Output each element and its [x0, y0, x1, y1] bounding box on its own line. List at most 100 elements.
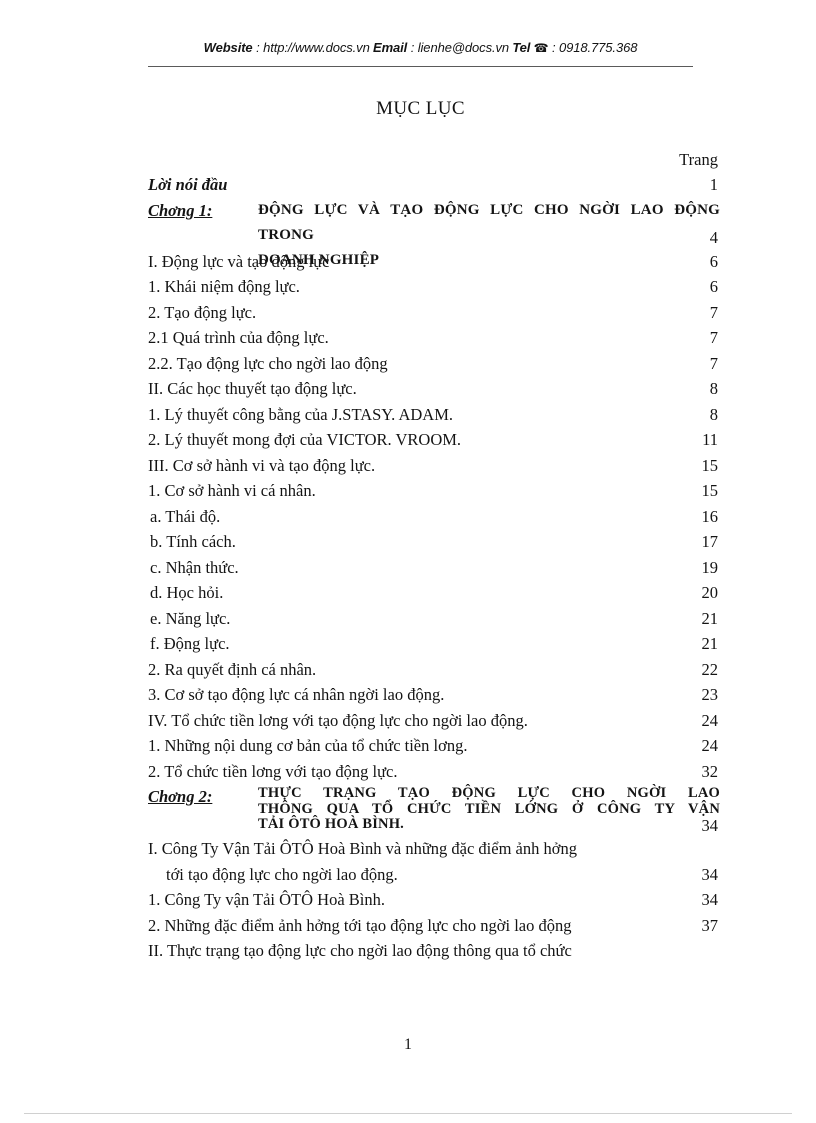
page-title: MỤC LỤC	[376, 98, 465, 119]
toc-entry[interactable]: II. Các học thuyết tạo động lực. 8	[148, 376, 718, 402]
toc-entry-page: 7	[709, 353, 718, 373]
toc-entry-front-matter[interactable]: Lời nói đầu 1	[148, 172, 718, 198]
document-page: Website : http://www.docs.vn Email : lie…	[0, 0, 816, 1123]
toc-entry[interactable]: 2. Tổ chức tiền lơng với tạo động lực. 32	[148, 759, 718, 785]
toc-entry[interactable]: 2.1 Quá trình của động lực. 7	[148, 325, 718, 351]
toc-entry[interactable]: 2. Tạo động lực. 7	[148, 300, 718, 326]
chapter-tag: Chơng 1:	[148, 200, 213, 220]
toc-entry-label: I. Công Ty Vận Tải ÔTÔ Hoà Bình và những…	[148, 839, 577, 858]
toc-entry[interactable]: 2. Lý thuyết mong đợi của VICTOR. VROOM.…	[148, 427, 718, 453]
toc-entry[interactable]: 1. Khái niệm động lực. 6	[148, 274, 718, 300]
toc-entry-label: c. Nhận thức.	[150, 557, 239, 577]
table-of-contents: Trang Lời nói đầu 1 Chơng 1: ĐỘNG LỰC VÀ…	[148, 148, 720, 964]
toc-entry-page: 17	[701, 532, 719, 551]
toc-entry-page: 34	[701, 890, 719, 909]
telephone-icon: ☎	[533, 41, 549, 55]
toc-entry-page: 8	[709, 379, 718, 398]
running-header: Website : http://www.docs.vn Email : lie…	[148, 40, 693, 56]
header-divider	[148, 66, 693, 67]
toc-entry[interactable]: e. Năng lực. 21	[148, 606, 718, 632]
toc-entry-page: 6	[709, 277, 718, 296]
toc-entry[interactable]: I. Công Ty Vận Tải ÔTÔ Hoà Bình và những…	[148, 836, 718, 887]
toc-entry-page: 11	[702, 430, 718, 449]
toc-entry-label: III. Cơ sở hành vi và tạo động lực.	[148, 455, 376, 475]
toc-entry[interactable]: 1. Những nội dung cơ bản của tổ chức tiề…	[148, 733, 718, 759]
toc-entry[interactable]: II. Thực trạng tạo động lực cho ngời lao…	[148, 938, 718, 964]
toc-entry-page: 24	[701, 736, 719, 755]
header-website-label: Website	[203, 40, 253, 55]
toc-column-header: Trang	[148, 148, 718, 172]
toc-entry-label: 1. Lý thuyết công bằng của J.STASY. ADAM…	[148, 404, 453, 424]
chapter-title-line: ĐỘNG LỰC VÀ TẠO ĐỘNG LỰC CHO NGỜI LAO ĐỘ…	[258, 201, 720, 243]
toc-entry[interactable]: d. Học hỏi. 20	[148, 580, 718, 606]
header-tel-value: 0918.775.368	[559, 40, 638, 55]
toc-entry-label: 1. Những nội dung cơ bản của tổ chức tiề…	[148, 736, 468, 755]
toc-entry-label: 2.1 Quá trình của động lực.	[148, 328, 329, 347]
toc-entry[interactable]: 2. Những đặc điểm ảnh hởng tới tạo động …	[148, 913, 718, 939]
toc-entry-page: 23	[701, 685, 719, 704]
chapter-title-line: THỰC TRẠNG TẠO ĐỘNG LỰC CHO NGỜI LAO	[258, 785, 720, 801]
toc-entry-label: 2. Ra quyết định cá nhân.	[148, 659, 317, 679]
toc-entry-page: 15	[701, 481, 719, 500]
toc-entry-page: 24	[701, 710, 719, 730]
toc-entry-page: 37	[701, 915, 719, 935]
toc-entry[interactable]: 1. Lý thuyết công bằng của J.STASY. ADAM…	[148, 402, 718, 428]
toc-entry-page: 19	[701, 557, 719, 577]
toc-entry-label: 2. Những đặc điểm ảnh hởng tới tạo động …	[148, 915, 572, 935]
toc-entry[interactable]: a. Thái độ. 16	[148, 504, 718, 530]
toc-entry-page: 16	[701, 506, 719, 526]
toc-entry-page: 21	[701, 634, 719, 653]
toc-entry-page: 34	[701, 864, 719, 884]
toc-entry[interactable]: f. Động lực. 21	[148, 631, 718, 657]
footer-divider	[24, 1113, 792, 1114]
toc-entry-label: d. Học hỏi.	[150, 583, 224, 602]
chapter-title-line: THÔNG QUA TỔ CHỨC TIỀN LỚNG Ở CÔNG TY VẬ…	[258, 800, 720, 817]
toc-entry-label: II. Các học thuyết tạo động lực.	[148, 379, 357, 398]
toc-entry-label: 1. Cơ sở hành vi cá nhân.	[148, 481, 316, 500]
toc-entry-label: 2. Lý thuyết mong đợi của VICTOR. VROOM.	[148, 430, 462, 449]
toc-entry-label: IV. Tổ chức tiền lơng với tạo động lực c…	[148, 710, 528, 730]
toc-entry[interactable]: III. Cơ sở hành vi và tạo động lực. 15	[148, 453, 718, 479]
toc-entry[interactable]: b. Tính cách. 17	[148, 529, 718, 555]
toc-entry-page: 4	[709, 227, 718, 247]
toc-entry-page: 22	[701, 659, 719, 679]
toc-entry[interactable]: 1. Cơ sở hành vi cá nhân. 15	[148, 478, 718, 504]
chapter-tag: Chơng 2:	[148, 787, 213, 806]
toc-entry[interactable]: 3. Cơ sở tạo động lực cá nhân ngời lao đ…	[148, 682, 718, 708]
toc-column-header-page-label: Trang	[679, 150, 718, 169]
toc-entry[interactable]: IV. Tổ chức tiền lơng với tạo động lực c…	[148, 708, 718, 734]
toc-entry-label: 2.2. Tạo động lực cho ngời lao động	[148, 353, 388, 373]
toc-entry-page: 20	[701, 583, 719, 602]
toc-entry-page: 7	[709, 328, 718, 347]
toc-entry-label: 2. Tạo động lực.	[148, 302, 257, 322]
footer-page-number: 1	[404, 1036, 412, 1053]
toc-entry-label: 1. Khái niệm động lực.	[148, 277, 300, 296]
toc-chapter-heading-2[interactable]: Chơng 2: THỰC TRẠNG TẠO ĐỘNG LỰC CHO NGỜ…	[148, 784, 720, 836]
toc-entry-label: f. Động lực.	[150, 634, 230, 653]
toc-entry-page: 8	[709, 404, 718, 424]
toc-entry-label: Lời nói đầu	[148, 175, 228, 194]
toc-entry-label: a. Thái độ.	[150, 506, 221, 526]
toc-entry[interactable]: 1. Công Ty vận Tải ÔTÔ Hoà Bình. 34	[148, 887, 718, 913]
chapter-title-line: TẢI ÔTÔ HOÀ BÌNH.	[258, 816, 405, 832]
header-email-value: lienhe@docs.vn	[417, 40, 510, 55]
toc-entry-label: II. Thực trạng tạo động lực cho ngời lao…	[148, 941, 572, 960]
toc-entry[interactable]: 2.2. Tạo động lực cho ngời lao động 7	[148, 351, 718, 377]
toc-entry-page: 1	[709, 175, 718, 194]
header-email-separator: :	[407, 40, 418, 55]
toc-entry-page: 7	[709, 302, 718, 322]
header-tel-separator: :	[548, 40, 560, 55]
toc-entry[interactable]: c. Nhận thức. 19	[148, 555, 718, 581]
toc-entry-page: 32	[701, 761, 719, 781]
toc-entry-label-continued: tới tạo động lực cho ngời lao động.	[166, 864, 398, 884]
chapter-title-body: THỰC TRẠNG TẠO ĐỘNG LỰC CHO NGỜI LAO THÔ…	[258, 785, 720, 833]
toc-chapter-heading-1[interactable]: Chơng 1: ĐỘNG LỰC VÀ TẠO ĐỘNG LỰC CHO NG…	[148, 198, 720, 268]
toc-entry-label: e. Năng lực.	[150, 608, 231, 628]
toc-entry-page: 15	[701, 455, 719, 475]
toc-entry[interactable]: 2. Ra quyết định cá nhân. 22	[148, 657, 718, 683]
header-website-separator: :	[252, 40, 264, 55]
toc-entry[interactable]: I. Động lực và tạo động lực 6	[148, 249, 718, 275]
toc-entry-label: 2. Tổ chức tiền lơng với tạo động lực.	[148, 761, 398, 781]
toc-entry-page: 21	[701, 608, 719, 628]
header-tel-label: Tel	[512, 40, 531, 55]
